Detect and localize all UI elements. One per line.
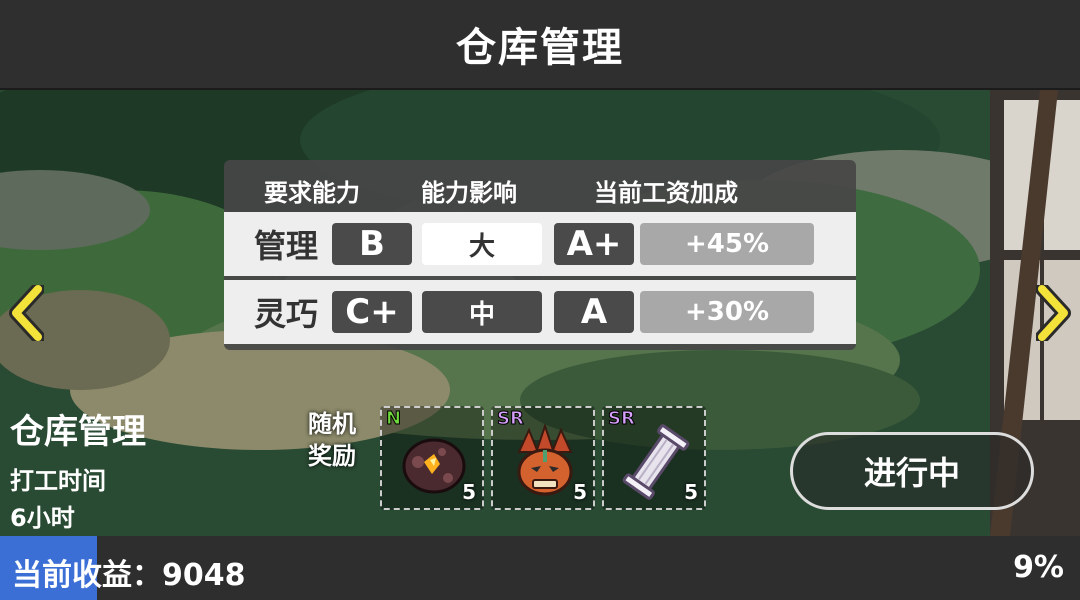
job-info: 仓库管理 打工时间 6小时 [10,404,146,533]
ability-row: 灵巧 C+ 中 A +30% [224,280,856,344]
progress-percent: 9% [1013,550,1064,585]
reward-label-line2: 奖励 [308,442,356,470]
in-progress-button[interactable]: 进行中 [790,432,1034,510]
chevron-right-icon [1036,285,1071,341]
reward-count: 5 [573,480,587,504]
impact-level: 大 [422,223,542,265]
work-time-value: 6小时 [10,504,75,532]
column-required-ability: 要求能力 [264,179,360,207]
current-earnings: 当前收益：9048 [12,558,246,593]
required-grade: C+ [332,291,412,333]
current-grade: A [554,291,634,333]
reward-label-line1: 随机 [308,410,356,438]
ability-info-panel: 要求能力 能力影响 当前工资加成 管理 B 大 A+ +45% 灵巧 C+ 中 … [224,160,856,350]
column-ability-impact: 能力影响 [421,179,517,207]
reward-slot[interactable]: N 5 [380,406,484,510]
chevron-left-icon [9,285,44,341]
ability-name: 管理 [254,227,319,265]
job-name: 仓库管理 [10,412,146,452]
random-reward-label: 随机 奖励 [308,408,356,472]
next-job-arrow[interactable] [1032,278,1076,348]
title-bar: 仓库管理 [0,0,1080,90]
column-current-wage-bonus: 当前工资加成 [594,179,738,207]
required-grade: B [332,223,412,265]
reward-count: 5 [462,480,476,504]
work-time-label: 打工时间 [10,467,106,495]
wage-bonus: +30% [640,291,814,333]
wage-bonus: +45% [640,223,814,265]
ability-row: 管理 B 大 A+ +45% [224,212,856,276]
page-title: 仓库管理 [456,25,624,71]
previous-job-arrow[interactable] [4,278,48,348]
reward-slot[interactable]: SR 5 [491,406,595,510]
ability-table-header: 要求能力 能力影响 当前工资加成 [224,160,856,212]
reward-count: 5 [684,480,698,504]
earnings-progress-bar: 当前收益：9048 9% [0,536,1080,600]
reward-slot[interactable]: SR 5 [602,406,706,510]
impact-level: 中 [422,291,542,333]
ability-name: 灵巧 [254,295,319,333]
current-grade: A+ [554,223,634,265]
